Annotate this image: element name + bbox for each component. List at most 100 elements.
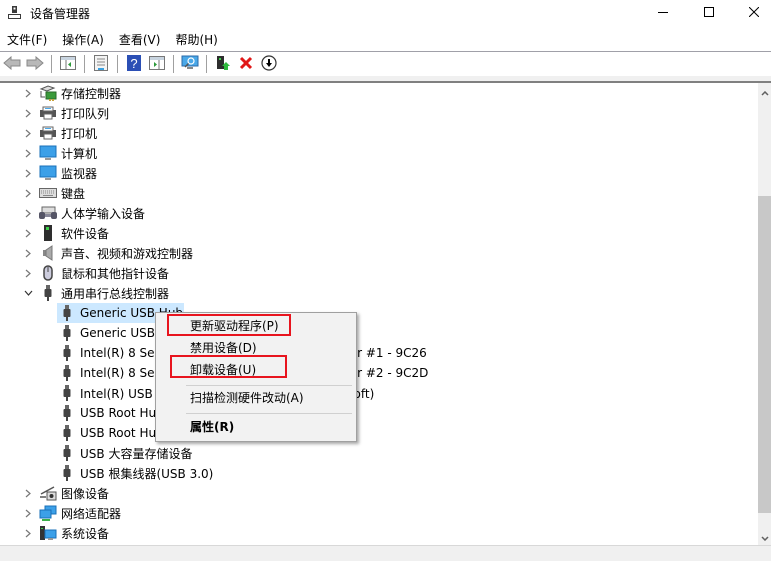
- arrow-right-icon: [26, 55, 44, 73]
- minimize-icon: [658, 6, 668, 20]
- usb-icon: [39, 285, 57, 301]
- usb-icon: [58, 365, 76, 381]
- vertical-scrollbar[interactable]: [758, 83, 771, 545]
- chevron-right-icon[interactable]: [22, 123, 34, 143]
- highlight-box-uninstall-device: [170, 355, 287, 378]
- usb-icon: [58, 345, 76, 361]
- usb-icon: [58, 405, 76, 421]
- tree-category-label: 系统设备: [61, 526, 110, 541]
- scan-hardware-button[interactable]: [180, 54, 200, 74]
- tree-category-label: 键盘: [61, 186, 86, 201]
- device-manager-icon: [7, 5, 23, 21]
- disable-device-button[interactable]: [259, 54, 279, 74]
- tree-device-label: USB 根集线器(USB 3.0): [80, 466, 214, 481]
- menu-item-scan-hardware[interactable]: 扫描检测硬件改动(A): [156, 387, 356, 409]
- menu-view[interactable]: 查看(V): [112, 30, 169, 50]
- update-driver-button[interactable]: [213, 54, 233, 74]
- usb-icon: [58, 425, 76, 441]
- chevron-right-icon[interactable]: [22, 143, 34, 163]
- printer-icon: [39, 125, 57, 141]
- show-hide-action-pane-button[interactable]: [147, 54, 167, 74]
- usb-icon: [58, 465, 76, 481]
- menu-file[interactable]: 文件(F): [0, 30, 55, 50]
- svg-text:?: ?: [130, 56, 137, 71]
- help-button[interactable]: ?: [124, 54, 144, 74]
- speaker-icon: [39, 245, 57, 261]
- usb-icon: [58, 325, 76, 341]
- chevron-right-icon[interactable]: [22, 203, 34, 223]
- properties-sheet-icon: [93, 54, 109, 74]
- menu-separator: [186, 413, 352, 414]
- toolbar-separator: [206, 55, 207, 73]
- show-hide-console-tree-button[interactable]: [58, 54, 78, 74]
- forward-button[interactable]: [25, 54, 45, 74]
- menu-item-properties[interactable]: 属性(R): [156, 416, 356, 438]
- tree-category-label: 计算机: [61, 146, 98, 161]
- tree-category-label: 监视器: [61, 166, 98, 181]
- maximize-icon: [704, 6, 714, 20]
- chevron-down-icon[interactable]: [22, 283, 34, 303]
- chevron-down-icon: [760, 530, 769, 544]
- chevron-right-icon[interactable]: [22, 223, 34, 243]
- menu-bar: 文件(F) 操作(A) 查看(V) 帮助(H): [0, 29, 771, 51]
- status-bar: [0, 545, 771, 561]
- tree-category-label: 存储控制器: [61, 86, 122, 101]
- back-button[interactable]: [2, 54, 22, 74]
- highlight-box-update-driver: [167, 314, 291, 336]
- device-tree: 存储控制器 打印队列 打印机 计算机 监视器 键盘 人体学输入设备 软件设备 声: [0, 83, 758, 545]
- toolbar-separator: [117, 55, 118, 73]
- scan-monitor-icon: [181, 55, 199, 74]
- title-bar: 设备管理器: [0, 0, 771, 28]
- chevron-right-icon[interactable]: [22, 483, 34, 503]
- usb-icon: [58, 445, 76, 461]
- arrow-left-icon: [3, 55, 21, 73]
- toolbar-separator: [51, 55, 52, 73]
- red-x-icon: [239, 56, 253, 73]
- tree-category-label: 人体学输入设备: [61, 206, 146, 221]
- menu-help[interactable]: 帮助(H): [168, 30, 225, 50]
- scroll-up-button[interactable]: [758, 83, 771, 100]
- help-icon: ?: [127, 54, 141, 74]
- update-driver-icon: [215, 55, 231, 74]
- properties-button[interactable]: [91, 54, 111, 74]
- scrollbar-thumb[interactable]: [758, 196, 771, 513]
- printer-icon: [39, 105, 57, 121]
- storage-controller-icon: [39, 85, 57, 101]
- toolbar: ?: [0, 52, 771, 76]
- tree-category-label: 图像设备: [61, 486, 110, 501]
- usb-icon: [58, 385, 76, 401]
- chevron-right-icon[interactable]: [22, 263, 34, 283]
- tree-category-label: 声音、视频和游戏控制器: [61, 246, 194, 261]
- chevron-right-icon[interactable]: [22, 83, 34, 103]
- toolbar-separator: [173, 55, 174, 73]
- menu-action[interactable]: 操作(A): [55, 30, 112, 50]
- chevron-right-icon[interactable]: [22, 183, 34, 203]
- chevron-right-icon[interactable]: [22, 163, 34, 183]
- tree-category-label: 软件设备: [61, 226, 110, 241]
- chevron-right-icon[interactable]: [22, 503, 34, 523]
- tree-category-label: 鼠标和其他指针设备: [61, 266, 170, 281]
- usb-icon: [58, 305, 76, 321]
- minimize-button[interactable]: [640, 0, 686, 26]
- computer-icon: [39, 145, 57, 161]
- tree-category-label: 网络适配器: [61, 506, 122, 521]
- action-pane-icon: [149, 55, 165, 73]
- close-button[interactable]: [731, 0, 771, 26]
- monitor-icon: [39, 165, 57, 181]
- chevron-right-icon[interactable]: [22, 523, 34, 543]
- console-tree-icon: [60, 55, 76, 73]
- window-title: 设备管理器: [30, 7, 91, 21]
- mouse-icon: [39, 265, 57, 281]
- chevron-right-icon[interactable]: [22, 243, 34, 263]
- chevron-right-icon[interactable]: [22, 103, 34, 123]
- hid-icon: [39, 205, 57, 221]
- close-icon: [748, 6, 760, 20]
- uninstall-device-button[interactable]: [236, 54, 256, 74]
- tree-category-label: 打印队列: [61, 106, 110, 121]
- tree-category-label: 通用串行总线控制器: [61, 286, 170, 301]
- tree-device-label: USB Root Hub: [80, 426, 164, 440]
- system-device-icon: [39, 525, 57, 541]
- chevron-up-icon: [760, 85, 769, 99]
- maximize-button[interactable]: [686, 0, 732, 26]
- scroll-down-button[interactable]: [758, 528, 771, 545]
